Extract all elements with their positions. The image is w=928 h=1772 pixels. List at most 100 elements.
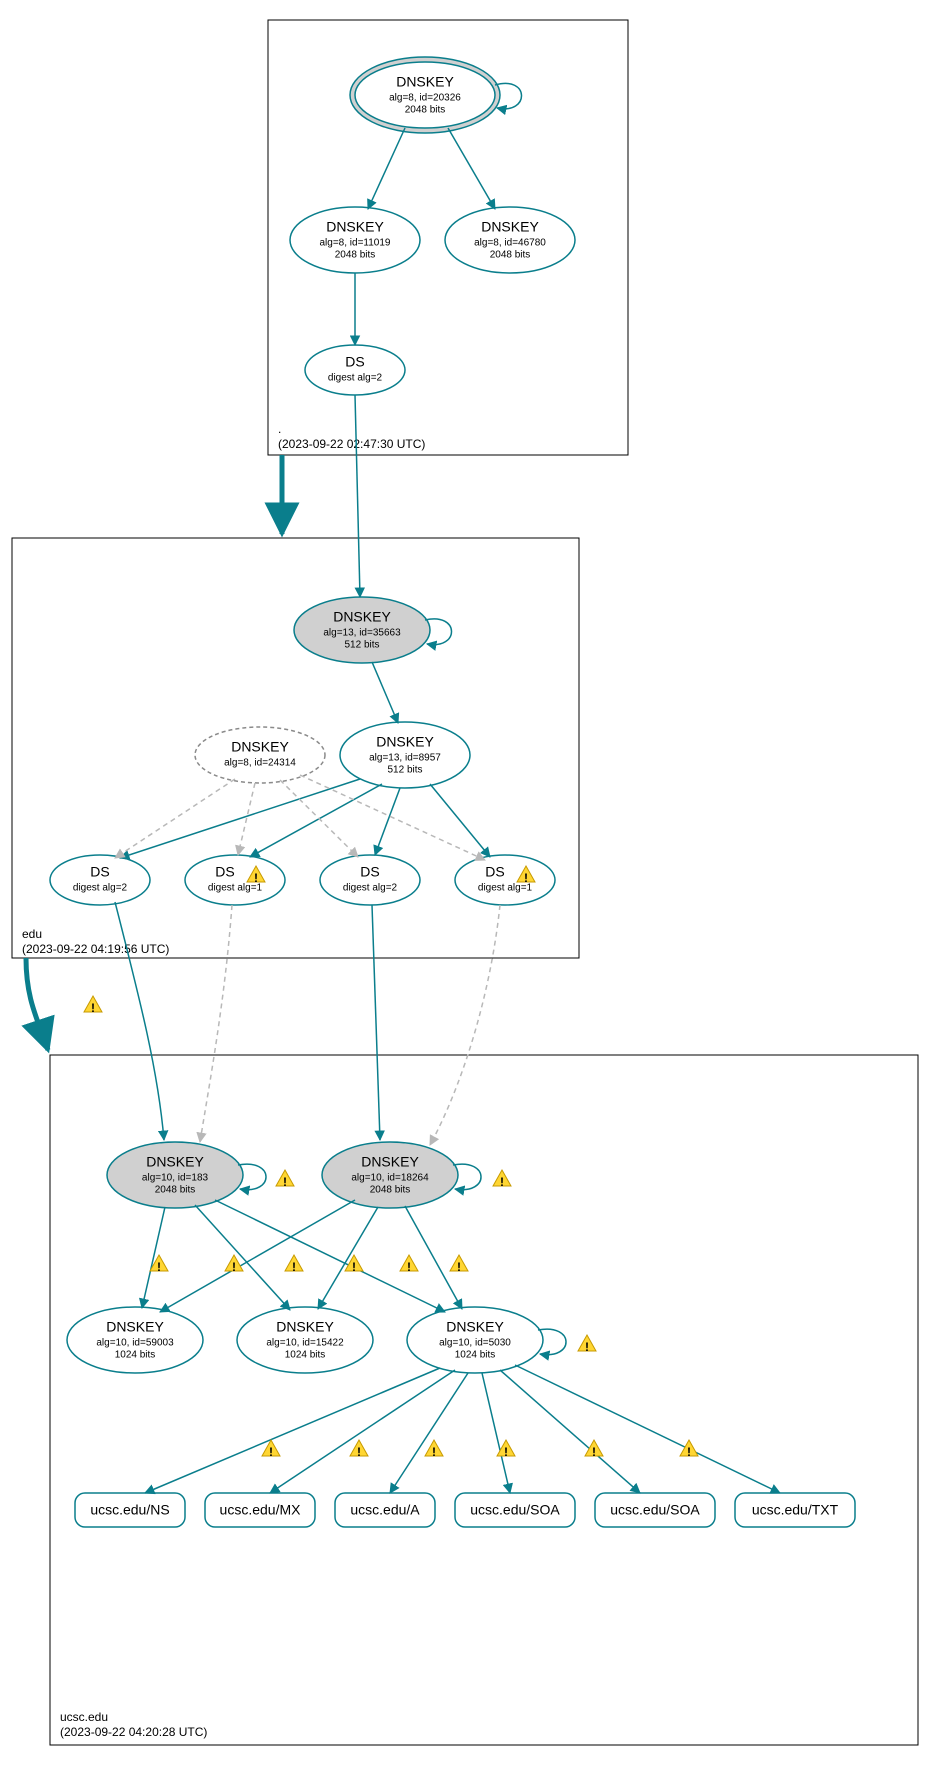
svg-text:!: ! bbox=[91, 1001, 95, 1015]
svg-text:ucsc.edu/SOA: ucsc.edu/SOA bbox=[470, 1502, 560, 1518]
svg-text:2048 bits: 2048 bits bbox=[335, 250, 376, 261]
node-root-zsk1: DNSKEY alg=8, id=11019 2048 bits bbox=[290, 207, 420, 273]
edge-deleg-edu-ucsc bbox=[26, 958, 48, 1050]
svg-text:alg=8, id=20326: alg=8, id=20326 bbox=[389, 93, 461, 104]
svg-text:2048 bits: 2048 bits bbox=[405, 105, 446, 116]
svg-text:DNSKEY: DNSKEY bbox=[326, 219, 384, 235]
svg-text:DS: DS bbox=[485, 864, 504, 880]
e-z3-a bbox=[390, 1373, 468, 1493]
node-ds-a: DS digest alg=2 bbox=[50, 855, 150, 905]
svg-text:digest alg=2: digest alg=2 bbox=[328, 373, 383, 384]
svg-text:512 bits: 512 bits bbox=[387, 765, 422, 776]
svg-text:ucsc.edu/SOA: ucsc.edu/SOA bbox=[610, 1502, 700, 1518]
edge-eduzsk-dsb bbox=[250, 784, 382, 857]
edge-dsb-ucksk1 bbox=[200, 905, 232, 1142]
zone-edu-ts: (2023-09-22 04:19:56 UTC) bbox=[22, 942, 169, 956]
svg-text:DNSKEY: DNSKEY bbox=[106, 1319, 164, 1335]
svg-text:digest alg=2: digest alg=2 bbox=[73, 883, 128, 894]
svg-text:!: ! bbox=[254, 871, 258, 885]
e-z3-ns bbox=[145, 1368, 440, 1493]
edge-eduzsk-dsc bbox=[375, 788, 400, 855]
svg-text:1024 bits: 1024 bits bbox=[115, 1350, 156, 1361]
svg-text:DNSKEY: DNSKEY bbox=[396, 74, 454, 90]
node-ds-c: DS digest alg=2 bbox=[320, 855, 420, 905]
node-edu-ksk: DNSKEY alg=13, id=35663 512 bits bbox=[294, 597, 430, 663]
warning-icon: ! bbox=[680, 1440, 698, 1459]
rr-soa1: ucsc.edu/SOA bbox=[455, 1493, 575, 1527]
svg-text:DS: DS bbox=[215, 864, 234, 880]
dnssec-diagram: . (2023-09-22 02:47:30 UTC) DNSKEY alg=8… bbox=[0, 0, 928, 1772]
node-edu-zsk: DNSKEY alg=13, id=8957 512 bits bbox=[340, 722, 470, 788]
svg-text:!: ! bbox=[592, 1445, 596, 1459]
edge-eduksk-zsk bbox=[372, 662, 398, 723]
svg-text:alg=10, id=59003: alg=10, id=59003 bbox=[96, 1338, 174, 1349]
svg-text:DNSKEY: DNSKEY bbox=[481, 219, 539, 235]
svg-text:ucsc.edu/A: ucsc.edu/A bbox=[350, 1502, 420, 1518]
svg-text:alg=13, id=8957: alg=13, id=8957 bbox=[369, 753, 441, 764]
edge-dsd-ucksk2 bbox=[430, 905, 500, 1145]
warning-icon: ! bbox=[350, 1440, 368, 1459]
svg-text:DNSKEY: DNSKEY bbox=[146, 1154, 204, 1170]
svg-text:!: ! bbox=[357, 1445, 361, 1459]
svg-text:DS: DS bbox=[345, 354, 364, 370]
svg-text:512 bits: 512 bits bbox=[344, 640, 379, 651]
edge-rootds-eduksk bbox=[355, 395, 360, 597]
svg-text:!: ! bbox=[232, 1260, 236, 1274]
edge-dsa-ucksk1 bbox=[115, 902, 164, 1140]
warning-icon: ! bbox=[84, 996, 102, 1015]
node-ds-d: DS digest alg=1 bbox=[455, 855, 555, 905]
warning-icon: ! bbox=[276, 1170, 294, 1189]
edge-rootksk-zsk1 bbox=[368, 128, 405, 209]
svg-text:alg=8, id=46780: alg=8, id=46780 bbox=[474, 238, 546, 249]
svg-text:digest alg=2: digest alg=2 bbox=[343, 883, 398, 894]
edge-rootksk-zsk2 bbox=[448, 128, 495, 209]
svg-text:DNSKEY: DNSKEY bbox=[376, 734, 434, 750]
node-uc-zsk3: DNSKEY alg=10, id=5030 1024 bits bbox=[407, 1307, 543, 1373]
zone-root-name: . bbox=[278, 422, 281, 436]
svg-text:DNSKEY: DNSKEY bbox=[333, 609, 391, 625]
node-edu-old: DNSKEY alg=8, id=24314 bbox=[195, 727, 325, 783]
svg-text:alg=8, id=24314: alg=8, id=24314 bbox=[224, 758, 296, 769]
svg-text:!: ! bbox=[157, 1260, 161, 1274]
edge-eduzsk-dsd bbox=[430, 784, 490, 857]
svg-text:alg=8, id=11019: alg=8, id=11019 bbox=[320, 238, 391, 249]
zone-ucsc-ts: (2023-09-22 04:20:28 UTC) bbox=[60, 1725, 207, 1739]
svg-text:alg=10, id=5030: alg=10, id=5030 bbox=[439, 1338, 511, 1349]
node-root-zsk2: DNSKEY alg=8, id=46780 2048 bits bbox=[445, 207, 575, 273]
warning-icon: ! bbox=[585, 1440, 603, 1459]
svg-text:DNSKEY: DNSKEY bbox=[276, 1319, 334, 1335]
svg-text:alg=10, id=183: alg=10, id=183 bbox=[142, 1173, 209, 1184]
e-k2-z2 bbox=[318, 1207, 378, 1309]
zone-root-ts: (2023-09-22 02:47:30 UTC) bbox=[278, 437, 425, 451]
svg-text:DNSKEY: DNSKEY bbox=[361, 1154, 419, 1170]
svg-text:DS: DS bbox=[90, 864, 109, 880]
e-k1-z2 bbox=[195, 1205, 290, 1310]
warning-icon: ! bbox=[285, 1255, 303, 1274]
e-z3-txt bbox=[515, 1365, 780, 1493]
node-uc-zsk1: DNSKEY alg=10, id=59003 1024 bits bbox=[67, 1307, 203, 1373]
svg-text:!: ! bbox=[352, 1260, 356, 1274]
svg-text:!: ! bbox=[292, 1260, 296, 1274]
svg-text:!: ! bbox=[432, 1445, 436, 1459]
node-ds-b: DS digest alg=1 bbox=[185, 855, 285, 905]
rr-ns: ucsc.edu/NS bbox=[75, 1493, 185, 1527]
warning-icon: ! bbox=[400, 1255, 418, 1274]
warning-icon: ! bbox=[425, 1440, 443, 1459]
svg-text:ucsc.edu/MX: ucsc.edu/MX bbox=[220, 1502, 302, 1518]
svg-text:ucsc.edu/NS: ucsc.edu/NS bbox=[90, 1502, 169, 1518]
e-k2-z3 bbox=[405, 1206, 462, 1309]
e-z3-mx bbox=[270, 1370, 455, 1493]
svg-text:DNSKEY: DNSKEY bbox=[446, 1319, 504, 1335]
node-uc-ksk2: DNSKEY alg=10, id=18264 2048 bits bbox=[322, 1142, 458, 1208]
rr-mx: ucsc.edu/MX bbox=[205, 1493, 315, 1527]
svg-text:DS: DS bbox=[360, 864, 379, 880]
svg-text:1024 bits: 1024 bits bbox=[285, 1350, 326, 1361]
e-z3-soa1 bbox=[482, 1373, 510, 1493]
warning-icon: ! bbox=[450, 1255, 468, 1274]
svg-text:!: ! bbox=[269, 1445, 273, 1459]
warning-icon: ! bbox=[225, 1255, 243, 1274]
node-root-ksk: DNSKEY alg=8, id=20326 2048 bits bbox=[350, 57, 500, 133]
node-uc-zsk2: DNSKEY alg=10, id=15422 1024 bits bbox=[237, 1307, 373, 1373]
svg-text:!: ! bbox=[407, 1260, 411, 1274]
rr-soa2: ucsc.edu/SOA bbox=[595, 1493, 715, 1527]
